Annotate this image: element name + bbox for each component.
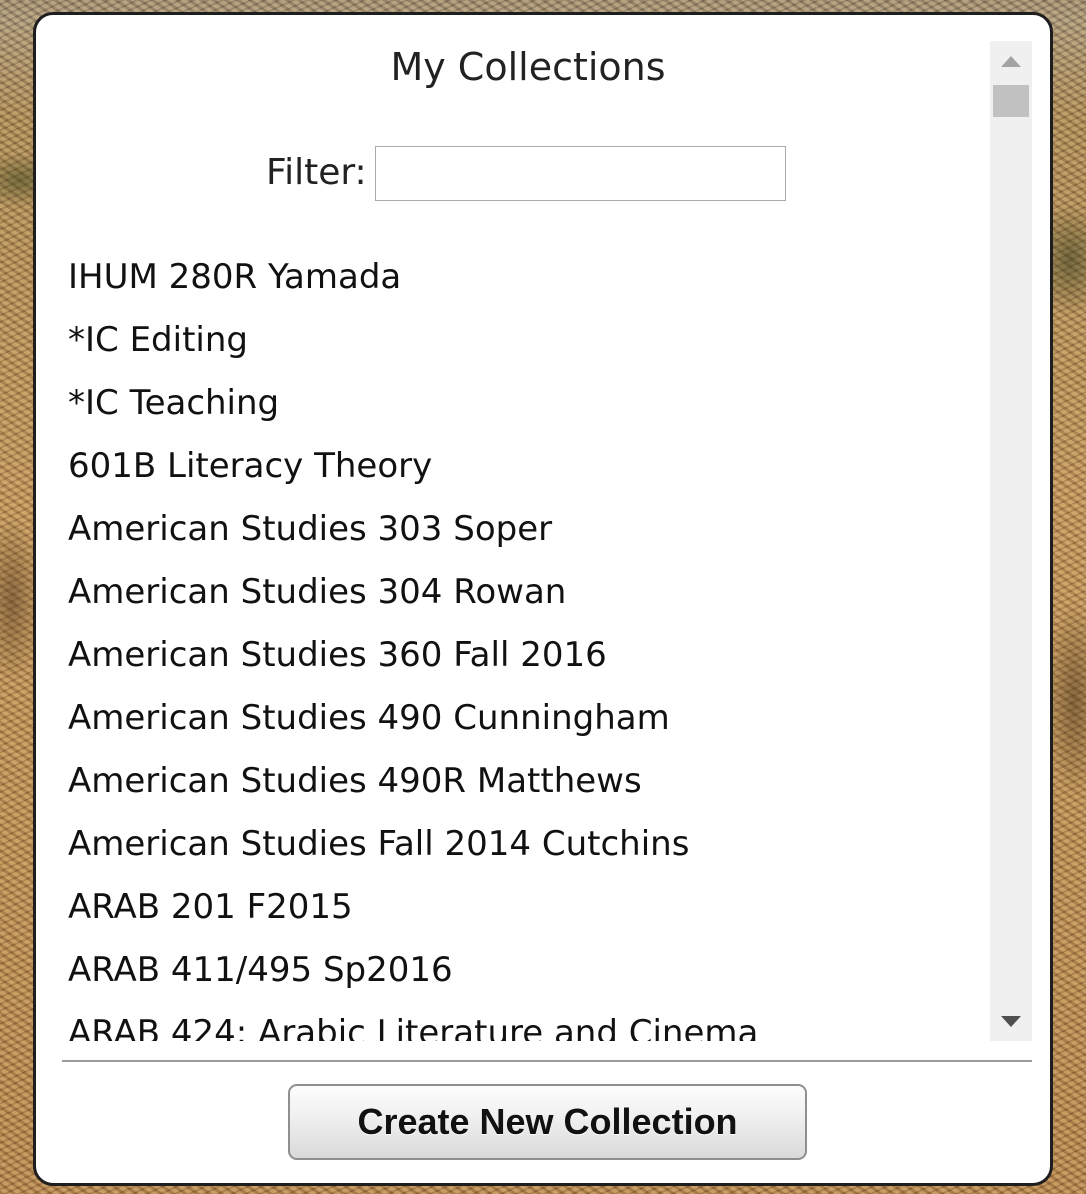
collection-item[interactable]: American Studies 490R Matthews (68, 750, 758, 813)
footer-divider (62, 1060, 1032, 1062)
collection-list: IHUM 280R Yamada *IC Editing *IC Teachin… (68, 246, 758, 1041)
collection-item[interactable]: American Studies 360 Fall 2016 (68, 624, 758, 687)
collection-item[interactable]: *IC Editing (68, 309, 758, 372)
filter-row: Filter: (266, 143, 786, 203)
scroll-down-button[interactable] (990, 1001, 1032, 1041)
collection-item[interactable]: *IC Teaching (68, 372, 758, 435)
scroll-up-button[interactable] (990, 41, 1032, 81)
collections-scroll-area[interactable]: My Collections Filter: IHUM 280R Yamada … (36, 15, 1032, 1041)
triangle-up-icon (1001, 55, 1021, 67)
triangle-down-icon (1001, 1015, 1021, 1027)
collection-item[interactable]: ARAB 201 F2015 (68, 876, 758, 939)
collection-item[interactable]: 601B Literacy Theory (68, 435, 758, 498)
collections-dialog: My Collections Filter: IHUM 280R Yamada … (33, 12, 1053, 1186)
scroll-thumb[interactable] (993, 85, 1029, 117)
collection-item[interactable]: American Studies 490 Cunningham (68, 687, 758, 750)
collection-item[interactable]: ARAB 411/495 Sp2016 (68, 939, 758, 1002)
collection-item[interactable]: IHUM 280R Yamada (68, 246, 758, 309)
vertical-scrollbar[interactable] (990, 41, 1032, 1041)
collection-item[interactable]: American Studies 303 Soper (68, 498, 758, 561)
filter-label: Filter: (266, 152, 367, 193)
filter-input[interactable] (374, 145, 786, 201)
collection-item[interactable]: American Studies 304 Rowan (68, 561, 758, 624)
collection-item[interactable]: ARAB 424: Arabic Literature and Cinema (68, 1002, 758, 1041)
dialog-title: My Collections (390, 45, 666, 89)
create-new-collection-button[interactable]: Create New Collection (288, 1084, 807, 1160)
collection-item[interactable]: American Studies Fall 2014 Cutchins (68, 813, 758, 876)
